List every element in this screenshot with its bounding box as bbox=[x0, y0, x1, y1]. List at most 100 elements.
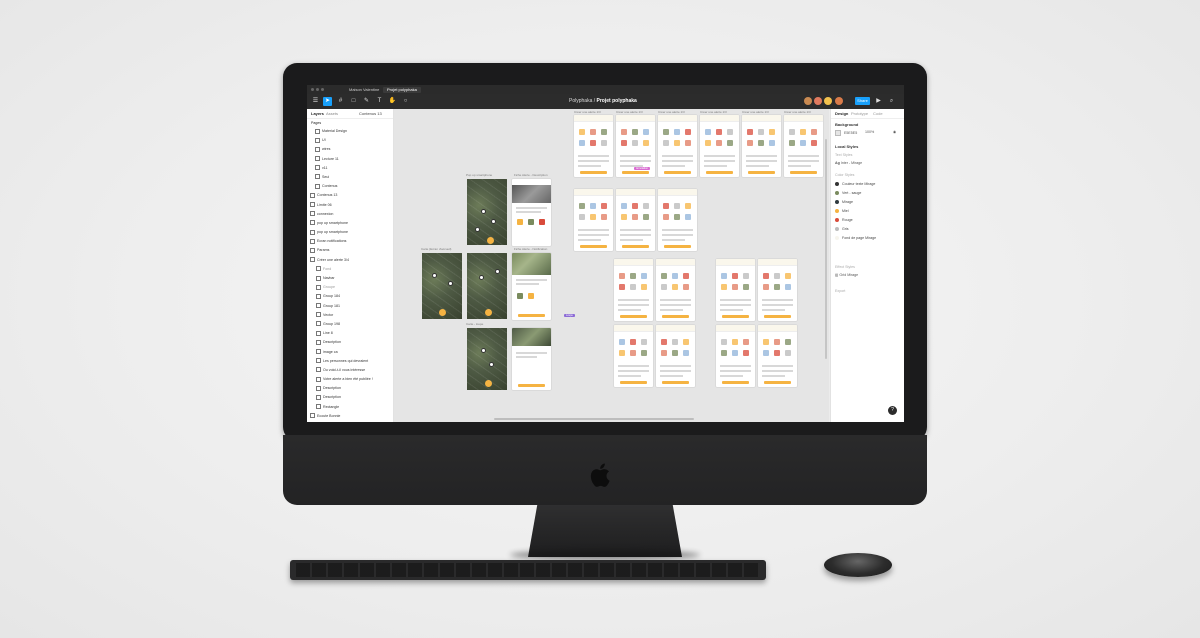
vertical-scrollbar[interactable] bbox=[825, 139, 827, 359]
alert-flow-frame[interactable] bbox=[614, 259, 653, 321]
map-frame[interactable] bbox=[467, 253, 507, 319]
background-swatch[interactable] bbox=[835, 130, 841, 136]
alert-flow-frame[interactable] bbox=[758, 259, 797, 321]
hand-icon[interactable]: ✋ bbox=[388, 97, 397, 106]
layer-item[interactable]: Group 198 bbox=[307, 320, 393, 329]
color-style-item[interactable]: Couleur texte Mirage bbox=[835, 181, 875, 187]
background-value[interactable]: E5E5E5 bbox=[835, 130, 857, 136]
layer-item[interactable]: Lecture 11 bbox=[307, 155, 393, 164]
map-frame[interactable] bbox=[467, 328, 507, 390]
alert-flow-frame[interactable] bbox=[574, 189, 613, 251]
layer-item[interactable]: Params bbox=[307, 246, 393, 255]
alert-flow-frame[interactable] bbox=[784, 115, 823, 177]
menu-icon[interactable]: ☰ bbox=[311, 97, 320, 106]
detail-frame[interactable] bbox=[512, 253, 551, 320]
layer-item[interactable]: Material Design bbox=[307, 127, 393, 136]
layer-item[interactable]: Fond bbox=[307, 265, 393, 274]
alert-flow-frame[interactable] bbox=[656, 259, 695, 321]
detail-frame[interactable] bbox=[512, 179, 551, 246]
map-frame[interactable] bbox=[422, 253, 462, 319]
alert-flow-frame[interactable] bbox=[758, 325, 797, 387]
color-style-item[interactable]: Gris bbox=[835, 226, 849, 232]
text-style-item[interactable]: Ag Inter - Mirage bbox=[835, 161, 862, 165]
window-minimize-dot[interactable] bbox=[316, 88, 319, 91]
detail-frame[interactable] bbox=[512, 328, 551, 390]
help-button[interactable]: ? bbox=[888, 406, 897, 415]
layer-item[interactable]: Description bbox=[307, 338, 393, 347]
tab-code[interactable]: Code bbox=[873, 111, 883, 116]
alert-flow-frame[interactable] bbox=[700, 115, 739, 177]
color-style-item[interactable]: Rouge bbox=[835, 217, 853, 223]
layer-item[interactable]: connexion bbox=[307, 210, 393, 219]
layer-item[interactable]: Description bbox=[307, 393, 393, 402]
avatar[interactable] bbox=[824, 97, 832, 105]
comment-icon[interactable]: ○ bbox=[401, 97, 410, 106]
play-icon[interactable]: ▶ bbox=[874, 97, 883, 106]
alert-flow-frame[interactable] bbox=[574, 115, 613, 177]
layer-item[interactable]: Seui bbox=[307, 173, 393, 182]
layer-item[interactable]: Vector bbox=[307, 311, 393, 320]
document-title[interactable]: Polyphaka / Projet polyphaka bbox=[569, 98, 637, 104]
alert-flow-frame[interactable] bbox=[614, 325, 653, 387]
page-selector[interactable]: Contenus 13 bbox=[359, 111, 382, 116]
text-icon[interactable]: T bbox=[375, 97, 384, 106]
layer-item[interactable]: wires bbox=[307, 145, 393, 154]
shape-icon[interactable]: □ bbox=[349, 97, 358, 106]
layer-item[interactable]: pop up smartphone bbox=[307, 219, 393, 228]
background-opacity[interactable]: 100% bbox=[865, 130, 874, 134]
layer-item[interactable]: Limite 06 bbox=[307, 201, 393, 210]
avatar[interactable] bbox=[835, 97, 843, 105]
layer-item[interactable]: Ecoute Bonnie bbox=[307, 412, 393, 421]
layer-item[interactable]: v11 bbox=[307, 164, 393, 173]
avatar[interactable] bbox=[804, 97, 812, 105]
layer-item[interactable]: Contenus bbox=[307, 182, 393, 191]
avatar[interactable] bbox=[814, 97, 822, 105]
alert-flow-frame[interactable] bbox=[616, 189, 655, 251]
tab-layers[interactable]: Layers bbox=[311, 111, 324, 116]
alert-flow-frame[interactable] bbox=[658, 189, 697, 251]
layer-item[interactable]: UI bbox=[307, 136, 393, 145]
layer-item[interactable]: Line 8 bbox=[307, 329, 393, 338]
layer-item[interactable]: Groupe bbox=[307, 283, 393, 292]
alert-flow-frame[interactable] bbox=[716, 325, 755, 387]
layer-item[interactable]: Ecran notifications bbox=[307, 237, 393, 246]
alert-flow-frame[interactable] bbox=[716, 259, 755, 321]
tab-design[interactable]: Design bbox=[835, 111, 848, 116]
layer-item[interactable]: Description bbox=[307, 384, 393, 393]
window-zoom-dot[interactable] bbox=[321, 88, 324, 91]
color-style-item[interactable]: Miel bbox=[835, 208, 849, 214]
eye-icon[interactable]: ◉ bbox=[893, 130, 896, 134]
tab-prototype[interactable]: Prototype bbox=[851, 111, 868, 116]
zoom-icon[interactable]: ⌕ bbox=[887, 97, 896, 106]
tab-assets[interactable]: Assets bbox=[326, 111, 338, 116]
color-style-item[interactable]: Fond de page Mirage bbox=[835, 235, 876, 241]
layer-item[interactable]: Les personnes qui devraient bbox=[307, 357, 393, 366]
horizontal-scrollbar[interactable] bbox=[494, 418, 694, 420]
layer-item[interactable]: Ou voici-t-il vous intéresse bbox=[307, 366, 393, 375]
layer-item[interactable]: pop up smartphone bbox=[307, 228, 393, 237]
layer-item[interactable]: Group 181 bbox=[307, 302, 393, 311]
frame-icon[interactable]: # bbox=[336, 97, 345, 106]
background-hex[interactable]: E5E5E5 bbox=[844, 131, 857, 135]
layer-item[interactable]: Fond bbox=[307, 421, 393, 422]
layer-item[interactable]: Group 184 bbox=[307, 292, 393, 301]
share-button[interactable]: Share bbox=[855, 97, 870, 105]
effect-style-item[interactable]: ▥ Grid Mirage bbox=[835, 273, 858, 277]
tab-maison-valentine[interactable]: Maison Valentine bbox=[345, 87, 383, 93]
alert-flow-frame[interactable] bbox=[656, 325, 695, 387]
alert-flow-frame[interactable] bbox=[742, 115, 781, 177]
layer-item[interactable]: image ca bbox=[307, 348, 393, 357]
design-canvas[interactable]: Créer une alerte 1/3 Créer une alerte 1/… bbox=[394, 109, 829, 422]
layer-item[interactable]: Votre alerte a bien été publiée ! bbox=[307, 375, 393, 384]
color-style-item[interactable]: Mirage bbox=[835, 199, 853, 205]
layer-item[interactable]: Créer une alerte 3/4 bbox=[307, 256, 393, 265]
color-style-item[interactable]: Vert - sauge bbox=[835, 190, 861, 196]
alert-flow-frame[interactable] bbox=[658, 115, 697, 177]
tab-projet-polyphaka[interactable]: Projet polyphaka bbox=[383, 87, 421, 93]
map-frame[interactable] bbox=[467, 179, 507, 245]
move-icon[interactable]: ➤ bbox=[323, 97, 332, 106]
layer-item[interactable]: Contenus 13 bbox=[307, 191, 393, 200]
layer-item[interactable]: Navbar bbox=[307, 274, 393, 283]
window-close-dot[interactable] bbox=[311, 88, 314, 91]
pen-icon[interactable]: ✎ bbox=[362, 97, 371, 106]
